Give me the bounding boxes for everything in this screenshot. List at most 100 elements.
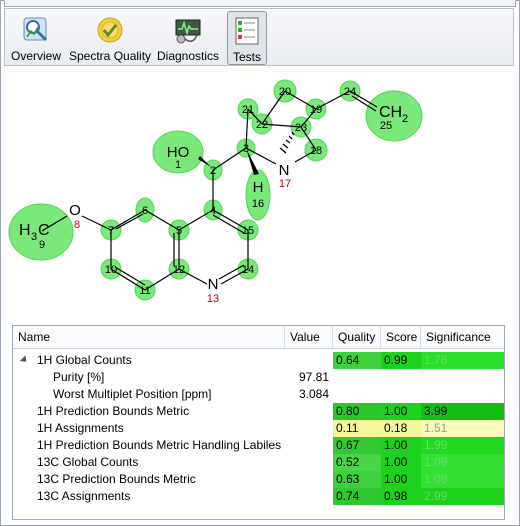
row-value xyxy=(285,454,333,471)
row-quality: 0.74 xyxy=(333,488,381,505)
atom-number-6: 6 xyxy=(142,205,148,217)
table-row[interactable]: Worst Multiplet Position [ppm] 3.084 xyxy=(13,386,504,403)
toolbar: Overview Spectra Quality Diagnostics Tes… xyxy=(4,8,514,66)
row-significance: 1.08 xyxy=(421,471,504,488)
row-quality: 0.11 xyxy=(333,420,381,437)
row-value xyxy=(285,352,333,369)
atom-number-22: 22 xyxy=(256,119,268,131)
column-header-name[interactable]: Name xyxy=(13,326,285,348)
row-score: 1.00 xyxy=(381,454,421,471)
table-row[interactable]: 1H Prediction Bounds Metric Handling Lab… xyxy=(13,437,504,454)
row-value: 3.084 xyxy=(298,387,329,401)
atom-number-18: 18 xyxy=(310,145,322,157)
tests-icon xyxy=(235,17,259,45)
row-name: Worst Multiplet Position [ppm] xyxy=(53,387,212,401)
row-quality xyxy=(333,386,381,403)
atom-number-11: 11 xyxy=(139,285,150,297)
row-score xyxy=(381,369,421,386)
molecule-canvas[interactable]: HO O N H N H 3 C CH 2 1 2 3 4 5 6 7 9 10… xyxy=(5,68,513,312)
tests-button[interactable]: Tests xyxy=(227,11,267,65)
atom-number-20: 20 xyxy=(279,86,291,98)
diagnostics-label: Diagnostics xyxy=(156,49,220,63)
table-row[interactable]: 13C Prediction Bounds Metric 0.63 1.00 1.08 xyxy=(13,471,504,488)
row-score: 1.00 xyxy=(381,403,421,420)
row-quality: 0.67 xyxy=(333,437,381,454)
atom-h3c-sub-label: 3 xyxy=(31,231,37,243)
atom-number-5: 5 xyxy=(176,225,182,237)
atom-o8-label: O xyxy=(69,202,81,219)
row-quality: 0.63 xyxy=(333,471,381,488)
overview-button[interactable]: Overview xyxy=(7,11,65,65)
atom-number-24: 24 xyxy=(344,86,356,98)
row-value: 97.81 xyxy=(298,370,329,384)
table-row[interactable]: Purity [%] 97.81 xyxy=(13,369,504,386)
row-name: 1H Prediction Bounds Metric xyxy=(37,404,190,418)
row-score: 0.98 xyxy=(381,488,421,505)
atom-number-15: 15 xyxy=(242,225,254,237)
atom-number-12: 12 xyxy=(173,264,185,276)
row-name: 13C Global Counts xyxy=(37,455,139,469)
row-significance: 2.99 xyxy=(421,488,504,505)
row-name: Purity [%] xyxy=(53,370,105,384)
column-header-value[interactable]: Value xyxy=(285,326,333,348)
atom-ch2-sub-label: 2 xyxy=(402,113,408,125)
table-header: Name Value Quality Score Significance xyxy=(13,326,504,349)
row-name: 13C Assignments xyxy=(37,489,131,503)
row-name: 1H Assignments xyxy=(37,421,124,435)
spectra-quality-icon xyxy=(97,17,123,43)
atom-number-9: 9 xyxy=(39,239,45,251)
atom-number-25: 25 xyxy=(380,120,392,132)
row-quality: 0.52 xyxy=(333,454,381,471)
row-quality: 0.64 xyxy=(333,352,381,369)
row-significance: 1.51 xyxy=(421,420,504,437)
row-significance: 1.09 xyxy=(421,454,504,471)
row-name: 1H Global Counts xyxy=(37,353,132,367)
atom-number-1: 1 xyxy=(175,159,181,171)
atom-number-19: 19 xyxy=(310,104,322,116)
atom-number-10: 10 xyxy=(105,264,117,276)
table-row[interactable]: 1H Prediction Bounds Metric 0.80 1.00 3.99 xyxy=(13,403,504,420)
atom-ch2-label: CH xyxy=(379,104,402,121)
atom-number-3: 3 xyxy=(243,143,249,155)
atom-number-8: 8 xyxy=(74,219,80,231)
atom-highlights xyxy=(8,79,423,301)
row-value xyxy=(285,420,333,437)
atom-number-2: 2 xyxy=(210,165,216,177)
column-header-quality[interactable]: Quality xyxy=(333,326,381,348)
row-quality: 0.80 xyxy=(333,403,381,420)
overview-label: Overview xyxy=(10,49,61,63)
diagnostics-icon xyxy=(175,19,201,44)
diagnostics-button[interactable]: Diagnostics xyxy=(155,11,221,65)
atom-number-17: 17 xyxy=(279,178,291,190)
row-significance xyxy=(421,386,504,403)
atom-n13-label: N xyxy=(208,276,219,293)
atom-number-23: 23 xyxy=(295,122,307,134)
table-row[interactable]: 13C Global Counts 0.52 1.00 1.09 xyxy=(13,454,504,471)
spectra-quality-button[interactable]: Spectra Quality xyxy=(69,11,151,65)
row-value xyxy=(285,471,333,488)
row-value xyxy=(285,437,333,454)
atom-number-7: 7 xyxy=(108,225,114,237)
table-row[interactable]: 13C Assignments 0.74 0.98 2.99 xyxy=(13,488,504,505)
hash-bond-23 xyxy=(279,131,295,154)
atom-number-13: 13 xyxy=(207,293,219,305)
row-value xyxy=(285,403,333,420)
bonds xyxy=(41,90,378,291)
atom-h3c-c-label: C xyxy=(38,222,50,239)
atom-h16-label: H xyxy=(253,179,264,196)
row-value xyxy=(285,488,333,505)
atom-number-21: 21 xyxy=(242,104,254,116)
row-significance: 1.78 xyxy=(421,352,504,369)
row-name: 13C Prediction Bounds Metric xyxy=(37,472,196,486)
column-header-significance[interactable]: Significance xyxy=(421,326,504,348)
overview-icon xyxy=(23,17,48,42)
row-score: 0.99 xyxy=(381,352,421,369)
molecule-structure: HO O N H N H 3 C CH 2 1 2 3 4 5 6 7 9 10… xyxy=(8,79,423,305)
table-row[interactable]: 1H Global Counts 0.64 0.99 1.78 xyxy=(13,352,504,369)
table-row[interactable]: 1H Assignments 0.11 0.18 1.51 xyxy=(13,420,504,437)
row-score: 1.00 xyxy=(381,471,421,488)
tests-table: Name Value Quality Score Significance 1H… xyxy=(12,325,505,520)
spectra-quality-label: Spectra Quality xyxy=(69,49,152,63)
row-score xyxy=(381,386,421,403)
column-header-score[interactable]: Score xyxy=(381,326,421,348)
